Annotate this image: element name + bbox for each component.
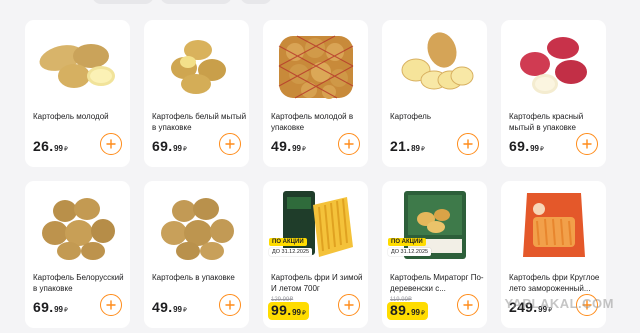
- watermark: YAPLAKAL.COM: [504, 296, 614, 311]
- plus-icon: [463, 139, 473, 149]
- add-to-cart-button[interactable]: [457, 294, 479, 316]
- product-name: Картофель Мираторг По-деревенски с...: [390, 273, 484, 293]
- product-name: Картофель фри И зимой И летом 700г: [271, 273, 363, 293]
- product-image-young-potato: [29, 26, 126, 102]
- plus-icon: [106, 300, 116, 310]
- product-image-belarus-potato: [29, 187, 126, 263]
- product-image-sliced-potato: [386, 26, 483, 102]
- plus-icon: [582, 139, 592, 149]
- product-price: 99. 99 ₽: [268, 302, 309, 320]
- product-name: Картофель молодой в упаковке: [271, 112, 354, 132]
- product-image-summer-fries-pack: [505, 187, 602, 263]
- product-name: Картофель красный мытый в упаковке: [509, 112, 584, 132]
- product-card[interactable]: Картофель 21. 89 ₽: [382, 20, 487, 167]
- product-price: 69. 99 ₽: [509, 138, 544, 154]
- product-image-potato-net-bag: [267, 26, 364, 102]
- product-price: 26. 99 ₽: [33, 138, 68, 154]
- filter-chip[interactable]: [92, 0, 154, 4]
- product-price: 49. 99 ₽: [152, 299, 187, 315]
- promo-badge: ПО АКЦИИ: [269, 238, 307, 246]
- product-name: Картофель белый мытый в упаковке: [152, 112, 247, 132]
- product-image-red-potato: [505, 26, 602, 102]
- plus-icon: [225, 300, 235, 310]
- product-card[interactable]: Картофель молодой 26. 99 ₽: [25, 20, 130, 167]
- product-name: Картофель в упаковке: [152, 273, 235, 282]
- filter-chip[interactable]: [160, 0, 232, 4]
- product-name: Картофель Белорусский в упаковке: [33, 273, 124, 293]
- product-card[interactable]: Картофель белый мытый в упаковке 69. 99 ₽: [144, 20, 249, 167]
- product-card[interactable]: ПО АКЦИИ ДО 31.12.2025 Картофель фри И з…: [263, 181, 368, 328]
- product-name: Картофель молодой: [33, 112, 109, 121]
- promo-date-badge: ДО 31.12.2025: [269, 248, 313, 256]
- add-to-cart-button[interactable]: [100, 294, 122, 316]
- product-grid: Картофель молодой 26. 99 ₽ Картофель белый…: [25, 20, 606, 328]
- product-name: Картофель фри Круглое лето замороженный.…: [509, 273, 600, 293]
- filter-chips-strip: [0, 0, 640, 6]
- promo-badge: ПО АКЦИИ: [388, 238, 426, 246]
- add-to-cart-button[interactable]: [100, 133, 122, 155]
- product-image-white-potato: [148, 26, 245, 102]
- add-to-cart-button[interactable]: [338, 294, 360, 316]
- product-card[interactable]: Картофель красный мытый в упаковке 69. 99…: [501, 20, 606, 167]
- add-to-cart-button[interactable]: [338, 133, 360, 155]
- plus-icon: [106, 139, 116, 149]
- product-name: Картофель: [390, 112, 432, 121]
- product-price: 69. 99 ₽: [152, 138, 187, 154]
- product-image-packed-potato: [148, 187, 245, 263]
- plus-icon: [463, 300, 473, 310]
- product-price: 49. 99 ₽: [271, 138, 306, 154]
- add-to-cart-button[interactable]: [576, 133, 598, 155]
- add-to-cart-button[interactable]: [457, 133, 479, 155]
- add-to-cart-button[interactable]: [219, 133, 241, 155]
- filter-chip[interactable]: [240, 0, 272, 4]
- plus-icon: [344, 300, 354, 310]
- product-card[interactable]: Картофель в упаковке 49. 99 ₽: [144, 181, 249, 328]
- product-price: 89. 99 ₽: [387, 302, 428, 320]
- plus-icon: [344, 139, 354, 149]
- product-card[interactable]: Картофель молодой в упаковке 49. 99 ₽: [263, 20, 368, 167]
- product-card[interactable]: Картофель Белорусский в упаковке 69. 99 ₽: [25, 181, 130, 328]
- product-card[interactable]: ПО АКЦИИ ДО 31.12.2025 Картофель Миратор…: [382, 181, 487, 328]
- plus-icon: [225, 139, 235, 149]
- product-price: 69. 99 ₽: [33, 299, 68, 315]
- product-price: 21. 89 ₽: [390, 138, 425, 154]
- add-to-cart-button[interactable]: [219, 294, 241, 316]
- promo-date-badge: ДО 31.12.2025: [388, 248, 432, 256]
